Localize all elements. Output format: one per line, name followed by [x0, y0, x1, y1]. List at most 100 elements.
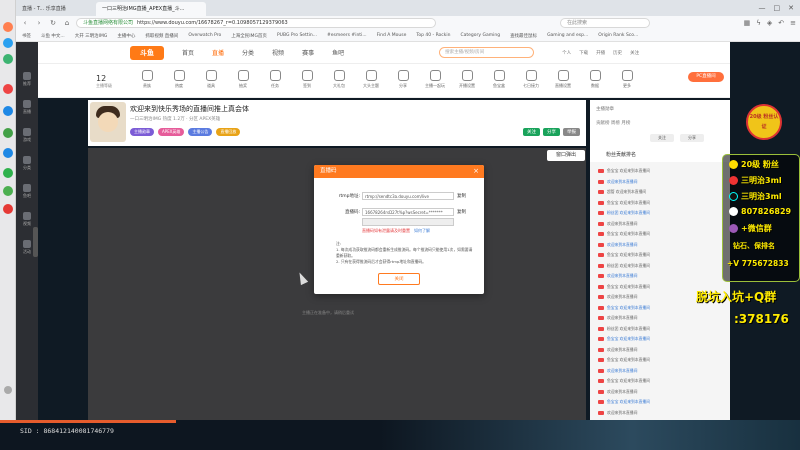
bookmark-item[interactable]: Gaming and esp...	[547, 33, 588, 38]
nav-live[interactable]: 直播	[212, 48, 224, 57]
header-icon[interactable]: 开播	[596, 50, 605, 56]
follow-button[interactable]: 关注	[523, 128, 540, 136]
douyu-logo[interactable]: 斗鱼	[130, 45, 164, 60]
music-icon[interactable]	[3, 204, 13, 214]
header-icon[interactable]: 个人	[562, 50, 571, 56]
search-input[interactable]: 在此搜索	[560, 18, 650, 28]
bookmark-item[interactable]: PUBG Pro Settin...	[277, 33, 317, 38]
nav-home[interactable]: 首页	[182, 48, 194, 57]
room-tag[interactable]: 主播公告	[188, 128, 213, 136]
bookmark-item[interactable]: Overwatch Pro	[188, 33, 221, 38]
tool-item[interactable]: 热度	[165, 70, 193, 89]
mail-icon[interactable]	[3, 84, 13, 94]
tool-item[interactable]: 抽奖	[229, 70, 257, 89]
bookmark-item[interactable]: 查找最佳鼠标	[510, 33, 537, 39]
nav-events[interactable]: 赛事	[302, 48, 314, 57]
tool-item[interactable]: 道具	[197, 70, 225, 89]
copy-code-button[interactable]: 复制	[457, 209, 466, 215]
bookmark-item[interactable]: 书签	[22, 33, 31, 39]
tool-item[interactable]: 直播设置	[549, 70, 577, 89]
cloud-icon[interactable]	[3, 148, 13, 158]
wechat-icon[interactable]	[3, 168, 13, 178]
chat-icon[interactable]	[3, 128, 13, 138]
lightning-icon[interactable]: ϟ	[756, 19, 761, 27]
app-icon[interactable]	[3, 54, 13, 64]
tool-item[interactable]: 贵族	[133, 70, 161, 89]
tool-item[interactable]: 七日接力	[517, 70, 545, 89]
tab-2[interactable]: 一口三明治IMG直播_APEX直播_斗...	[96, 2, 206, 16]
forward-icon[interactable]: ›	[34, 19, 44, 27]
rp-share-button[interactable]: 分享	[680, 134, 704, 142]
tool-item[interactable]: 数据	[581, 70, 609, 89]
sidebar-item[interactable]: 推荐	[20, 72, 34, 87]
bookmark-item[interactable]: #esmeers #inti...	[327, 33, 367, 38]
sidebar-item[interactable]: 直播	[20, 100, 34, 115]
room-tag[interactable]: 直播回放	[216, 128, 241, 136]
tool-item[interactable]: 主播一起玩	[421, 70, 449, 89]
bookmark-item[interactable]: Origin Rank Sco...	[598, 33, 638, 38]
tool-item[interactable]: 任务	[261, 70, 289, 89]
header-icon[interactable]: 下载	[579, 50, 588, 56]
help-link[interactable]: 如何了解	[414, 228, 430, 234]
bookmark-item[interactable]: 斗鱼 中文...	[41, 33, 65, 39]
douyu-search-input[interactable]: 搜索主播/视频/房间	[439, 47, 535, 58]
rtmp-field[interactable]: rtmp://sendtc3a.douyu.com/live	[362, 192, 454, 200]
minimize-icon[interactable]: —	[759, 0, 766, 16]
close-dialog-button[interactable]: 关闭	[378, 273, 420, 285]
tool-label: 大礼包	[333, 83, 345, 88]
sidebar-item[interactable]: 分类	[20, 156, 34, 171]
sidebar-item[interactable]: 鱼吧	[20, 184, 34, 199]
home-icon[interactable]: ⌂	[62, 19, 72, 27]
code-field[interactable]: 16678264rsD27t%p?wsSecret=*******	[362, 208, 454, 216]
bookmark-item[interactable]: 主播中心	[117, 33, 135, 39]
nav-video[interactable]: 视频	[272, 48, 284, 57]
grid-icon[interactable]: ▦	[744, 19, 751, 27]
report-button[interactable]: 举报	[563, 128, 580, 136]
nav-fishbar[interactable]: 鱼吧	[332, 48, 344, 57]
back-icon[interactable]: ‹	[20, 19, 30, 27]
close-icon[interactable]: ×	[473, 165, 479, 178]
tool-item[interactable]: 大头主题	[357, 70, 385, 89]
close-icon[interactable]: ✕	[788, 0, 794, 16]
tab-1[interactable]: 直播 - T... 乐享直播	[16, 2, 96, 16]
tool-item[interactable]: 分享	[389, 70, 417, 89]
bookmark-item[interactable]: Top 40 - Rockin	[416, 33, 450, 38]
menu-icon[interactable]: ≡	[790, 19, 796, 27]
add-icon[interactable]	[4, 386, 12, 394]
tool-item[interactable]: 更多	[613, 70, 641, 89]
bookmark-item[interactable]: Category Gaming	[460, 33, 500, 38]
room-tag[interactable]: 主播勋章	[130, 128, 154, 136]
sidebar-collapse-handle[interactable]	[33, 227, 38, 257]
refresh-icon[interactable]: ↻	[48, 19, 58, 27]
bookmark-item[interactable]: 上海全民IMG首页	[231, 33, 267, 39]
undo-icon[interactable]: ↶	[778, 19, 784, 27]
tool-item[interactable]: 大礼包	[325, 70, 353, 89]
tool-item[interactable]: 签到	[293, 70, 321, 89]
bookmark-item[interactable]: 大开 三明治IMG	[75, 33, 108, 39]
rp-follow-button[interactable]: 关注	[650, 134, 674, 142]
star-icon[interactable]	[3, 38, 13, 48]
avatar[interactable]	[90, 102, 126, 142]
tool-item[interactable]: 鱼宝盒	[485, 70, 513, 89]
maximize-icon[interactable]: □	[774, 0, 781, 16]
url-field[interactable]: 斗鱼直播网络有限公司 https://www.douyu.com/16678267…	[76, 18, 436, 28]
sidebar-item[interactable]: 活动	[20, 240, 34, 255]
tool-item[interactable]: 开播设置	[453, 70, 481, 89]
share-button[interactable]: 分享	[543, 128, 560, 136]
pc-live-button[interactable]: PC直播间	[688, 72, 724, 82]
chat-row: 鱼宝宝 欢迎来到本直播间	[598, 399, 724, 406]
sidebar-item[interactable]: 视频	[20, 212, 34, 227]
nav-category[interactable]: 分类	[242, 48, 254, 57]
sidebar-item[interactable]: 游戏	[20, 128, 34, 143]
copy-rtmp-button[interactable]: 复制	[457, 193, 466, 199]
bookmark-item[interactable]: Find A Mouse	[377, 33, 407, 38]
bookmark-item[interactable]: 抓取视频 直播间	[145, 33, 178, 39]
header-icon[interactable]: 历史	[613, 50, 622, 56]
doc-icon[interactable]	[3, 106, 13, 116]
game-icon[interactable]	[3, 186, 13, 196]
shield-icon[interactable]: ◈	[767, 19, 772, 27]
room-tag[interactable]: APEX英雄	[158, 128, 185, 136]
header-icon[interactable]: 关注	[630, 50, 639, 56]
weibo-icon[interactable]	[3, 22, 13, 32]
rank-tabs[interactable]: 贡献榜 周榜 月榜	[596, 120, 630, 126]
